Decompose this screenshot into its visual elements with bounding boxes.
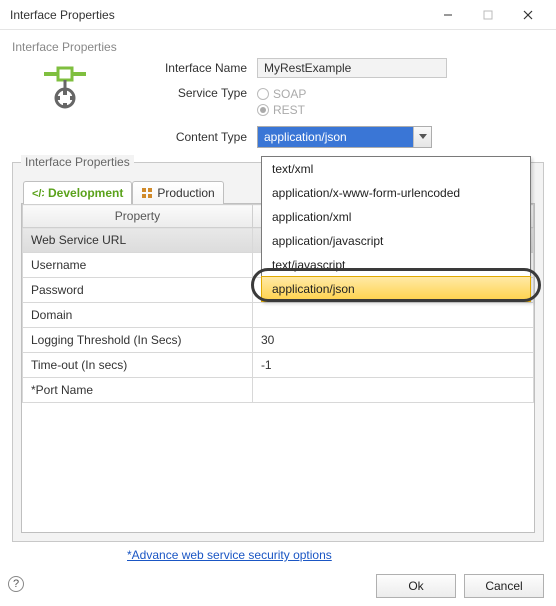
close-button[interactable]: [508, 1, 548, 29]
panel-title: Interface Properties: [21, 155, 134, 169]
dropdown-option[interactable]: text/xml: [262, 157, 530, 181]
table-row[interactable]: Logging Threshold (In Secs) 30: [23, 328, 534, 353]
content-type-selected: application/json: [258, 127, 413, 147]
radio-checked-icon: [257, 104, 269, 116]
prop-value[interactable]: 30: [252, 328, 533, 353]
interface-name-field[interactable]: [257, 58, 447, 78]
titlebar: Interface Properties: [0, 0, 556, 30]
prop-name: Username: [23, 253, 253, 278]
cancel-button[interactable]: Cancel: [464, 574, 544, 598]
subheader: Interface Properties: [0, 30, 556, 58]
tab-development[interactable]: </> Development: [23, 181, 132, 204]
tab-production[interactable]: Production: [132, 181, 223, 204]
dialog-footer: Ok Cancel: [12, 574, 544, 598]
dropdown-option[interactable]: text/javascript: [262, 253, 530, 277]
minimize-button[interactable]: [428, 1, 468, 29]
prop-name: Time-out (In secs): [23, 353, 253, 378]
content-type-label: Content Type: [12, 130, 257, 144]
content-area: Interface Name Service Type SOAP REST Co…: [0, 58, 556, 542]
maximize-button[interactable]: [468, 1, 508, 29]
chevron-down-icon[interactable]: [413, 127, 431, 147]
prop-name: Logging Threshold (In Secs): [23, 328, 253, 353]
prop-value[interactable]: [252, 378, 533, 403]
content-type-combo[interactable]: application/json: [257, 126, 432, 148]
dropdown-option[interactable]: application/xml: [262, 205, 530, 229]
grid-icon: [141, 187, 153, 199]
interface-icon: [38, 66, 92, 120]
content-type-dropdown[interactable]: text/xml application/x-www-form-urlencod…: [261, 156, 531, 302]
prop-name: *Port Name: [23, 378, 253, 403]
prop-name: Domain: [23, 303, 253, 328]
advance-security-link[interactable]: *Advance web service security options: [127, 548, 332, 562]
ok-button[interactable]: Ok: [376, 574, 456, 598]
prop-value[interactable]: -1: [252, 353, 533, 378]
svg-text:</>: </>: [32, 188, 44, 199]
service-type-soap-option: SOAP: [257, 86, 544, 102]
dropdown-option[interactable]: application/x-www-form-urlencoded: [262, 181, 530, 205]
tab-production-label: Production: [157, 186, 214, 200]
prop-name: Web Service URL: [23, 228, 253, 253]
code-icon: </>: [32, 187, 44, 199]
tabs: </> Development Production: [23, 181, 224, 204]
tab-development-label: Development: [48, 186, 123, 200]
table-row[interactable]: Domain: [23, 303, 534, 328]
dropdown-option[interactable]: application/javascript: [262, 229, 530, 253]
col-property: Property: [23, 205, 253, 228]
soap-label: SOAP: [273, 87, 306, 101]
window-title: Interface Properties: [10, 8, 428, 22]
radio-icon: [257, 88, 269, 100]
prop-name: Password: [23, 278, 253, 303]
prop-value[interactable]: [252, 303, 533, 328]
help-icon[interactable]: ?: [8, 576, 24, 592]
service-type-rest-option: REST: [257, 102, 544, 118]
dropdown-option-highlighted[interactable]: application/json: [261, 276, 531, 302]
table-row[interactable]: *Port Name: [23, 378, 534, 403]
table-row[interactable]: Time-out (In secs) -1: [23, 353, 534, 378]
rest-label: REST: [273, 103, 305, 117]
